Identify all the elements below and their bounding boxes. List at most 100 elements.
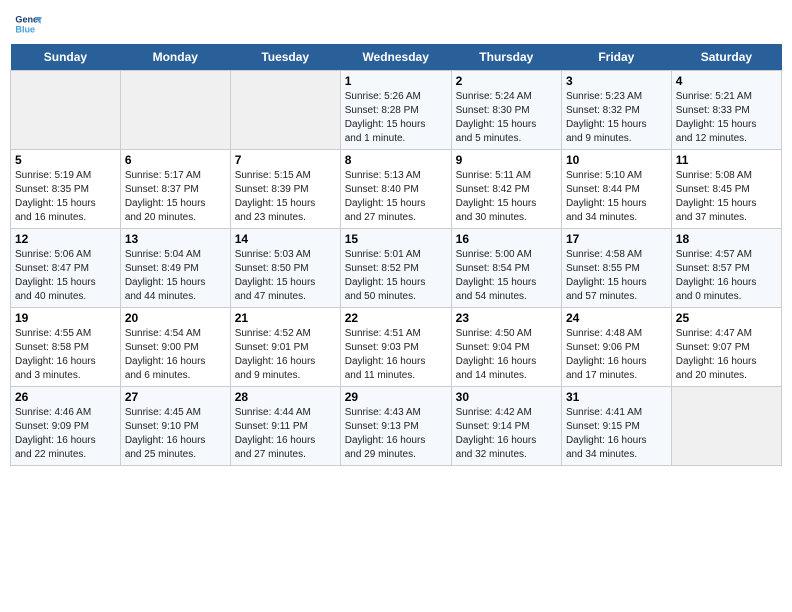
calendar-cell: 16Sunrise: 5:00 AMSunset: 8:54 PMDayligh… <box>451 229 561 308</box>
cell-line: Sunrise: 5:26 AM <box>345 90 447 104</box>
cell-line: and 9 minutes. <box>566 132 667 146</box>
cell-line: Sunrise: 4:43 AM <box>345 406 447 420</box>
day-header-friday: Friday <box>561 44 671 71</box>
calendar-cell: 18Sunrise: 4:57 AMSunset: 8:57 PMDayligh… <box>671 229 781 308</box>
date-number: 8 <box>345 153 447 167</box>
date-number: 2 <box>456 74 557 88</box>
calendar-cell: 11Sunrise: 5:08 AMSunset: 8:45 PMDayligh… <box>671 150 781 229</box>
cell-line: Daylight: 15 hours <box>125 276 226 290</box>
cell-line: Daylight: 15 hours <box>566 118 667 132</box>
date-number: 29 <box>345 390 447 404</box>
date-number: 31 <box>566 390 667 404</box>
cell-line: Sunrise: 4:41 AM <box>566 406 667 420</box>
calendar-cell: 15Sunrise: 5:01 AMSunset: 8:52 PMDayligh… <box>340 229 451 308</box>
date-number: 24 <box>566 311 667 325</box>
date-number: 17 <box>566 232 667 246</box>
cell-line: Sunrise: 5:01 AM <box>345 248 447 262</box>
date-number: 18 <box>676 232 777 246</box>
cell-line: Daylight: 16 hours <box>676 355 777 369</box>
date-number: 26 <box>15 390 116 404</box>
cell-line: and 44 minutes. <box>125 290 226 304</box>
date-number: 15 <box>345 232 447 246</box>
cell-line: Sunrise: 4:51 AM <box>345 327 447 341</box>
calendar-cell: 5 Sunrise: 5:19 AMSunset: 8:35 PMDaylight… <box>11 150 121 229</box>
cell-line: Sunrise: 5:08 AM <box>676 169 777 183</box>
cell-line: Daylight: 15 hours <box>345 118 447 132</box>
cell-line: Sunset: 8:54 PM <box>456 262 557 276</box>
cell-line: Daylight: 15 hours <box>566 197 667 211</box>
cell-line: Sunset: 9:07 PM <box>676 341 777 355</box>
day-header-saturday: Saturday <box>671 44 781 71</box>
cell-line: Sunrise: 5:19 AM <box>15 169 116 183</box>
day-header-sunday: Sunday <box>11 44 121 71</box>
date-number: 9 <box>456 153 557 167</box>
cell-line: Sunrise: 5:13 AM <box>345 169 447 183</box>
week-row-4: 19Sunrise: 4:55 AMSunset: 8:58 PMDayligh… <box>11 308 782 387</box>
cell-line: Sunset: 8:58 PM <box>15 341 116 355</box>
cell-line: and 34 minutes. <box>566 211 667 225</box>
calendar-cell: 23Sunrise: 4:50 AMSunset: 9:04 PMDayligh… <box>451 308 561 387</box>
cell-line: and 27 minutes. <box>345 211 447 225</box>
calendar-cell: 9Sunrise: 5:11 AMSunset: 8:42 PMDaylight… <box>451 150 561 229</box>
calendar-cell: 17 Sunrise: 4:58 AMSunset: 8:55 PMDayligh… <box>561 229 671 308</box>
calendar-cell <box>120 71 230 150</box>
calendar-cell: 14Sunrise: 5:03 AMSunset: 8:50 PMDayligh… <box>230 229 340 308</box>
calendar-cell: 1Sunrise: 5:26 AMSunset: 8:28 PMDaylight… <box>340 71 451 150</box>
calendar-table: SundayMondayTuesdayWednesdayThursdayFrid… <box>10 44 782 466</box>
cell-line: Sunrise: 4:48 AM <box>566 327 667 341</box>
page-header: General Blue <box>10 10 782 38</box>
cell-line: Daylight: 15 hours <box>456 276 557 290</box>
cell-line: Sunset: 8:40 PM <box>345 183 447 197</box>
cell-line: and 50 minutes. <box>345 290 447 304</box>
cell-line: and 54 minutes. <box>456 290 557 304</box>
date-number: 11 <box>676 153 777 167</box>
cell-line: Sunrise: 4:55 AM <box>15 327 116 341</box>
cell-line: Sunrise: 4:45 AM <box>125 406 226 420</box>
calendar-cell: 6Sunrise: 5:17 AMSunset: 8:37 PMDaylight… <box>120 150 230 229</box>
cell-line: and 29 minutes. <box>345 448 447 462</box>
cell-line: and 30 minutes. <box>456 211 557 225</box>
cell-line: Daylight: 16 hours <box>676 276 777 290</box>
calendar-cell <box>671 387 781 466</box>
day-header-thursday: Thursday <box>451 44 561 71</box>
cell-line: Sunset: 8:35 PM <box>15 183 116 197</box>
cell-line: Sunrise: 5:00 AM <box>456 248 557 262</box>
cell-line: Daylight: 16 hours <box>456 355 557 369</box>
cell-line: and 14 minutes. <box>456 369 557 383</box>
date-number: 4 <box>676 74 777 88</box>
cell-line: Sunset: 8:42 PM <box>456 183 557 197</box>
date-number: 20 <box>125 311 226 325</box>
cell-line: Sunrise: 4:46 AM <box>15 406 116 420</box>
cell-line: Sunset: 9:13 PM <box>345 420 447 434</box>
date-number: 22 <box>345 311 447 325</box>
logo-icon: General Blue <box>14 10 42 38</box>
cell-line: Daylight: 15 hours <box>345 276 447 290</box>
cell-line: and 3 minutes. <box>15 369 116 383</box>
cell-line: Sunset: 9:11 PM <box>235 420 336 434</box>
calendar-cell: 30Sunrise: 4:42 AMSunset: 9:14 PMDayligh… <box>451 387 561 466</box>
cell-line: Sunset: 8:57 PM <box>676 262 777 276</box>
cell-line: and 25 minutes. <box>125 448 226 462</box>
cell-line: Sunset: 8:39 PM <box>235 183 336 197</box>
date-number: 21 <box>235 311 336 325</box>
cell-line: Daylight: 16 hours <box>566 355 667 369</box>
cell-line: Sunrise: 5:04 AM <box>125 248 226 262</box>
calendar-cell: 8Sunrise: 5:13 AMSunset: 8:40 PMDaylight… <box>340 150 451 229</box>
cell-line: and 40 minutes. <box>15 290 116 304</box>
date-number: 6 <box>125 153 226 167</box>
cell-line: Sunset: 8:55 PM <box>566 262 667 276</box>
cell-line: Sunrise: 4:58 AM <box>566 248 667 262</box>
date-number: 5 <box>15 153 116 167</box>
cell-line: Daylight: 15 hours <box>15 197 116 211</box>
cell-line: Daylight: 15 hours <box>566 276 667 290</box>
cell-line: and 47 minutes. <box>235 290 336 304</box>
cell-line: Daylight: 16 hours <box>566 434 667 448</box>
cell-line: and 37 minutes. <box>676 211 777 225</box>
calendar-cell: 31Sunrise: 4:41 AMSunset: 9:15 PMDayligh… <box>561 387 671 466</box>
cell-line: Daylight: 16 hours <box>125 434 226 448</box>
cell-line: Daylight: 16 hours <box>345 434 447 448</box>
cell-line: and 32 minutes. <box>456 448 557 462</box>
cell-line: Sunrise: 4:54 AM <box>125 327 226 341</box>
date-number: 28 <box>235 390 336 404</box>
calendar-cell <box>11 71 121 150</box>
